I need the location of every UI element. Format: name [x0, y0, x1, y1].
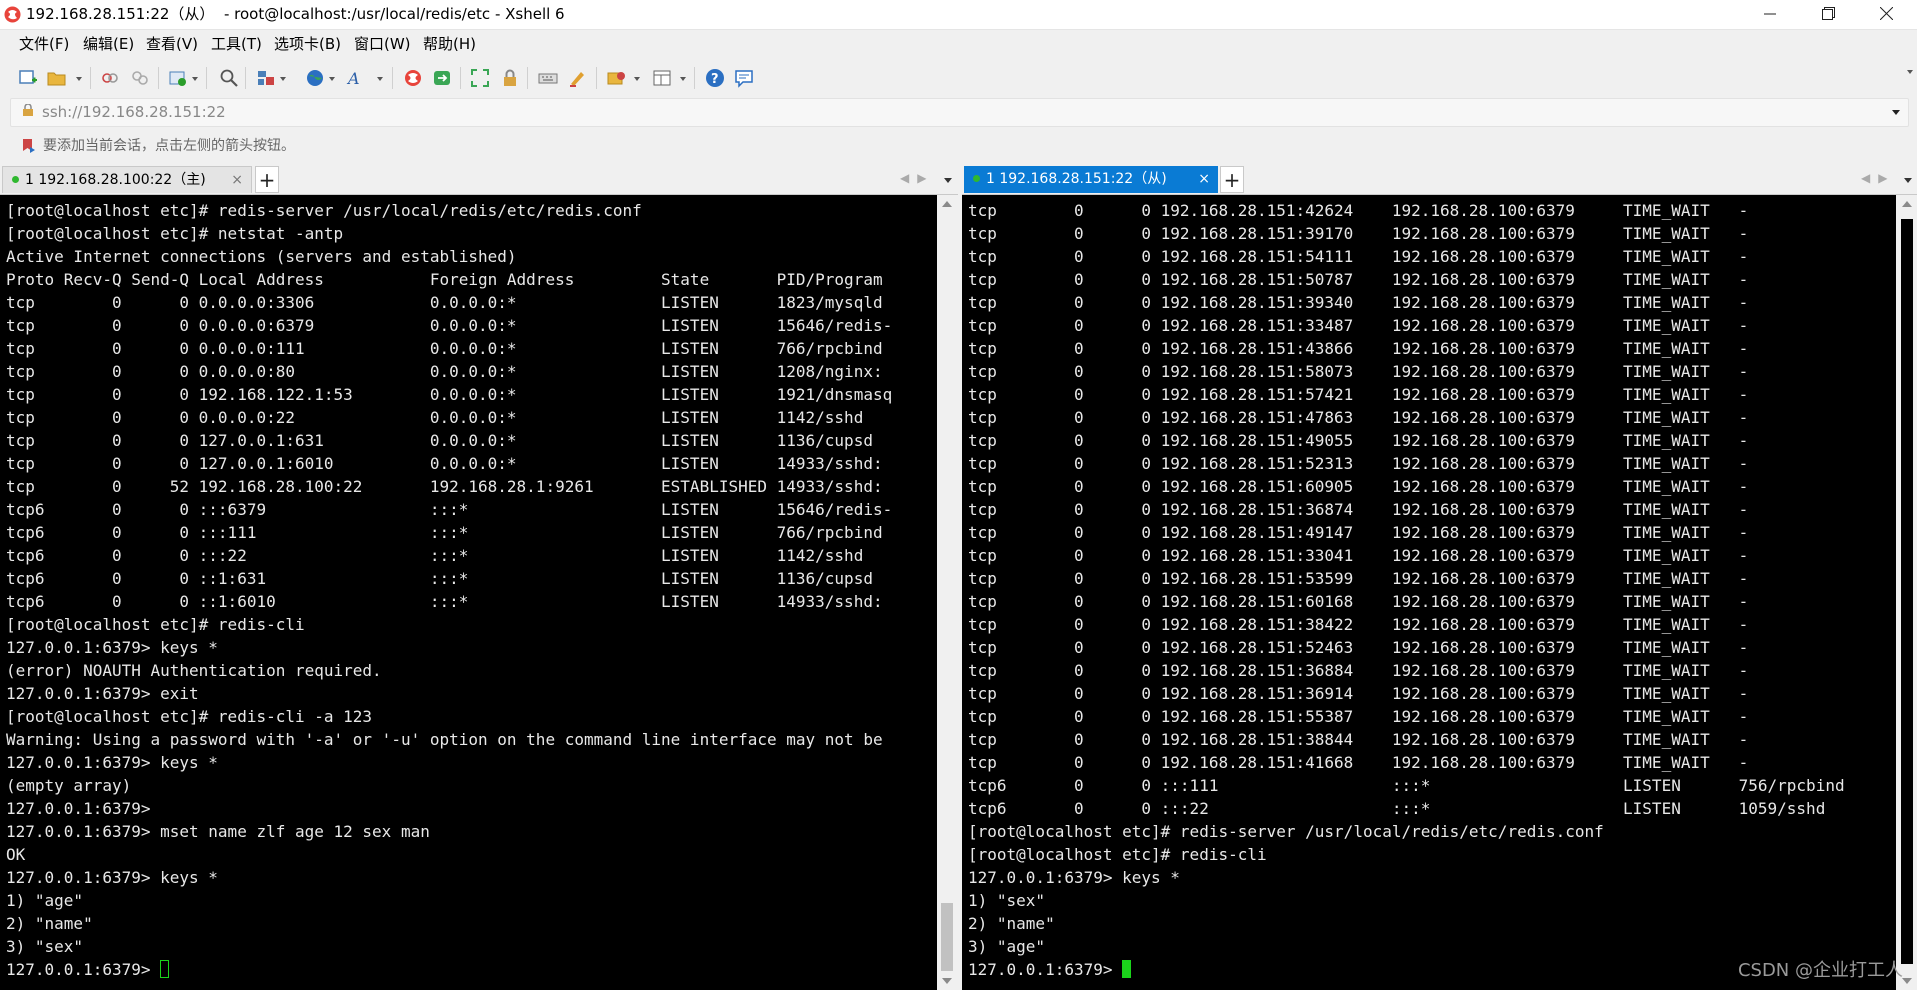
- font-icon[interactable]: A: [346, 68, 366, 88]
- lock-icon[interactable]: [500, 68, 520, 88]
- open-folder-icon[interactable]: [47, 68, 67, 88]
- tile-windows-icon[interactable]: [652, 68, 672, 88]
- scroll-up-arrow[interactable]: [942, 201, 952, 207]
- toolbar-separator: [460, 67, 461, 89]
- tab-label: 1 192.168.28.151:22（从): [986, 171, 1167, 187]
- terminal-prompt: 127.0.0.1:6379>: [968, 960, 1123, 979]
- scroll-down-arrow[interactable]: [942, 978, 952, 984]
- tab-scroll-arrows[interactable]: ◀▶: [1861, 171, 1895, 185]
- menu-edit[interactable]: 编辑(E): [83, 34, 134, 54]
- terminal-lines: [root@localhost etc]# redis-server /usr/…: [6, 201, 893, 956]
- bookmark-arrow-icon[interactable]: [22, 138, 36, 153]
- tab-list-dropdown[interactable]: [944, 178, 952, 183]
- toolbar-overflow-arrow[interactable]: [1907, 70, 1913, 74]
- menu-window[interactable]: 窗口(W): [354, 34, 411, 54]
- connected-status-dot: [973, 174, 980, 182]
- connect-icon[interactable]: [100, 68, 120, 88]
- close-window-button[interactable]: [1857, 0, 1915, 29]
- menu-view[interactable]: 查看(V): [146, 34, 198, 54]
- right-scrollbar[interactable]: [1897, 195, 1917, 990]
- terminal-prompt: 127.0.0.1:6379>: [6, 960, 161, 979]
- csdn-watermark: CSDN @企业打工人: [1737, 960, 1903, 981]
- layout-icon[interactable]: [256, 68, 276, 88]
- font-dropdown-arrow[interactable]: [377, 77, 383, 81]
- properties-dropdown-arrow[interactable]: [192, 77, 198, 81]
- terminal-slave[interactable]: tcp 0 0 192.168.28.151:42624 192.168.28.…: [962, 195, 1896, 990]
- terminal-lines: tcp 0 0 192.168.28.151:42624 192.168.28.…: [968, 201, 1845, 956]
- terminal-output: [root@localhost etc]# redis-server /usr/…: [6, 199, 892, 981]
- connected-status-dot: [12, 175, 19, 183]
- text-cursor: [1122, 960, 1132, 978]
- script-dropdown-arrow[interactable]: [634, 77, 640, 81]
- toolbar-separator: [206, 67, 207, 89]
- menu-tabs[interactable]: 选项卡(B): [274, 34, 341, 54]
- keyboard-icon[interactable]: [538, 68, 558, 88]
- fullscreen-icon[interactable]: [470, 68, 490, 88]
- scroll-down-arrow[interactable]: [1902, 978, 1912, 984]
- lock-icon: [23, 104, 33, 116]
- new-session-icon[interactable]: [18, 68, 38, 88]
- xshell-app-icon: [4, 6, 21, 23]
- address-dropdown-arrow[interactable]: [1892, 110, 1900, 115]
- globe-icon[interactable]: [305, 68, 325, 88]
- minimize-icon: [1764, 13, 1776, 15]
- text-cursor: [160, 960, 170, 978]
- new-tab-button[interactable]: +: [255, 166, 279, 193]
- window-title: 192.168.28.151:22（从） - root@localhost:/u…: [26, 5, 565, 23]
- menu-tools[interactable]: 工具(T): [211, 34, 262, 54]
- restore-icon: [1821, 7, 1835, 20]
- script-icon[interactable]: [606, 68, 626, 88]
- menu-help[interactable]: 帮助(H): [423, 34, 476, 54]
- find-icon[interactable]: [219, 68, 239, 88]
- svg-text:A: A: [346, 69, 360, 88]
- close-tab-icon[interactable]: ×: [1198, 166, 1210, 193]
- toolbar-separator: [245, 67, 246, 89]
- new-tab-button[interactable]: +: [1220, 166, 1244, 193]
- tab-session-slave[interactable]: 1 192.168.28.151:22（从) ×: [964, 166, 1218, 193]
- minimize-button[interactable]: [1741, 0, 1799, 29]
- xftp-icon[interactable]: [432, 68, 452, 88]
- address-input[interactable]: ssh://192.168.28.151:22: [42, 99, 226, 126]
- scrollbar-thumb[interactable]: [1901, 219, 1913, 964]
- layout-dropdown-arrow[interactable]: [280, 77, 286, 81]
- properties-icon[interactable]: [168, 68, 188, 88]
- chat-icon[interactable]: [734, 68, 754, 88]
- highlight-icon[interactable]: [567, 68, 587, 88]
- scrollbar-thumb[interactable]: [941, 903, 953, 971]
- toolbar-separator: [527, 67, 528, 89]
- globe-dropdown-arrow[interactable]: [329, 77, 335, 81]
- disconnect-icon[interactable]: [130, 68, 150, 88]
- close-icon: [1879, 6, 1893, 21]
- tab-session-master[interactable]: 1 192.168.28.100:22（主) ×: [2, 166, 252, 193]
- menu-file[interactable]: 文件(F): [19, 34, 69, 54]
- toolbar-separator: [392, 67, 393, 89]
- left-scrollbar[interactable]: [937, 195, 957, 990]
- session-hint-text: 要添加当前会话，点击左侧的箭头按钮。: [43, 138, 295, 154]
- toolbar-separator: [158, 67, 159, 89]
- tab-list-dropdown[interactable]: [1904, 178, 1912, 183]
- open-dropdown-arrow[interactable]: [76, 77, 82, 81]
- terminal-output: tcp 0 0 192.168.28.151:42624 192.168.28.…: [968, 199, 1845, 981]
- close-tab-icon[interactable]: ×: [231, 167, 243, 194]
- right-tab-bar: 1 192.168.28.151:22（从) × + ◀▶: [962, 166, 1917, 195]
- tab-scroll-arrows[interactable]: ◀▶: [900, 171, 934, 185]
- title-bar[interactable]: 192.168.28.151:22（从） - root@localhost:/u…: [0, 0, 1917, 30]
- menu-bar: 文件(F) 编辑(E) 查看(V) 工具(T) 选项卡(B) 窗口(W) 帮助(…: [0, 30, 1917, 58]
- toolbar-separator: [596, 67, 597, 89]
- scroll-up-arrow[interactable]: [1902, 201, 1912, 207]
- terminal-master[interactable]: [root@localhost etc]# redis-server /usr/…: [0, 195, 937, 990]
- left-tab-bar: 1 192.168.28.100:22（主) × + ◀▶: [0, 166, 958, 195]
- xshell-icon[interactable]: [403, 68, 423, 88]
- help-icon[interactable]: ?: [705, 68, 725, 88]
- address-bar[interactable]: ssh://192.168.28.151:22: [10, 98, 1909, 127]
- restore-button[interactable]: [1799, 0, 1857, 29]
- svg-text:?: ?: [711, 72, 719, 87]
- toolbar-separator: [90, 67, 91, 89]
- toolbar: A ?: [0, 60, 1917, 94]
- tab-label: 1 192.168.28.100:22（主): [25, 172, 206, 188]
- tile-dropdown-arrow[interactable]: [680, 77, 686, 81]
- toolbar-separator: [694, 67, 695, 89]
- session-hint-bar: 要添加当前会话，点击左侧的箭头按钮。: [0, 133, 1917, 159]
